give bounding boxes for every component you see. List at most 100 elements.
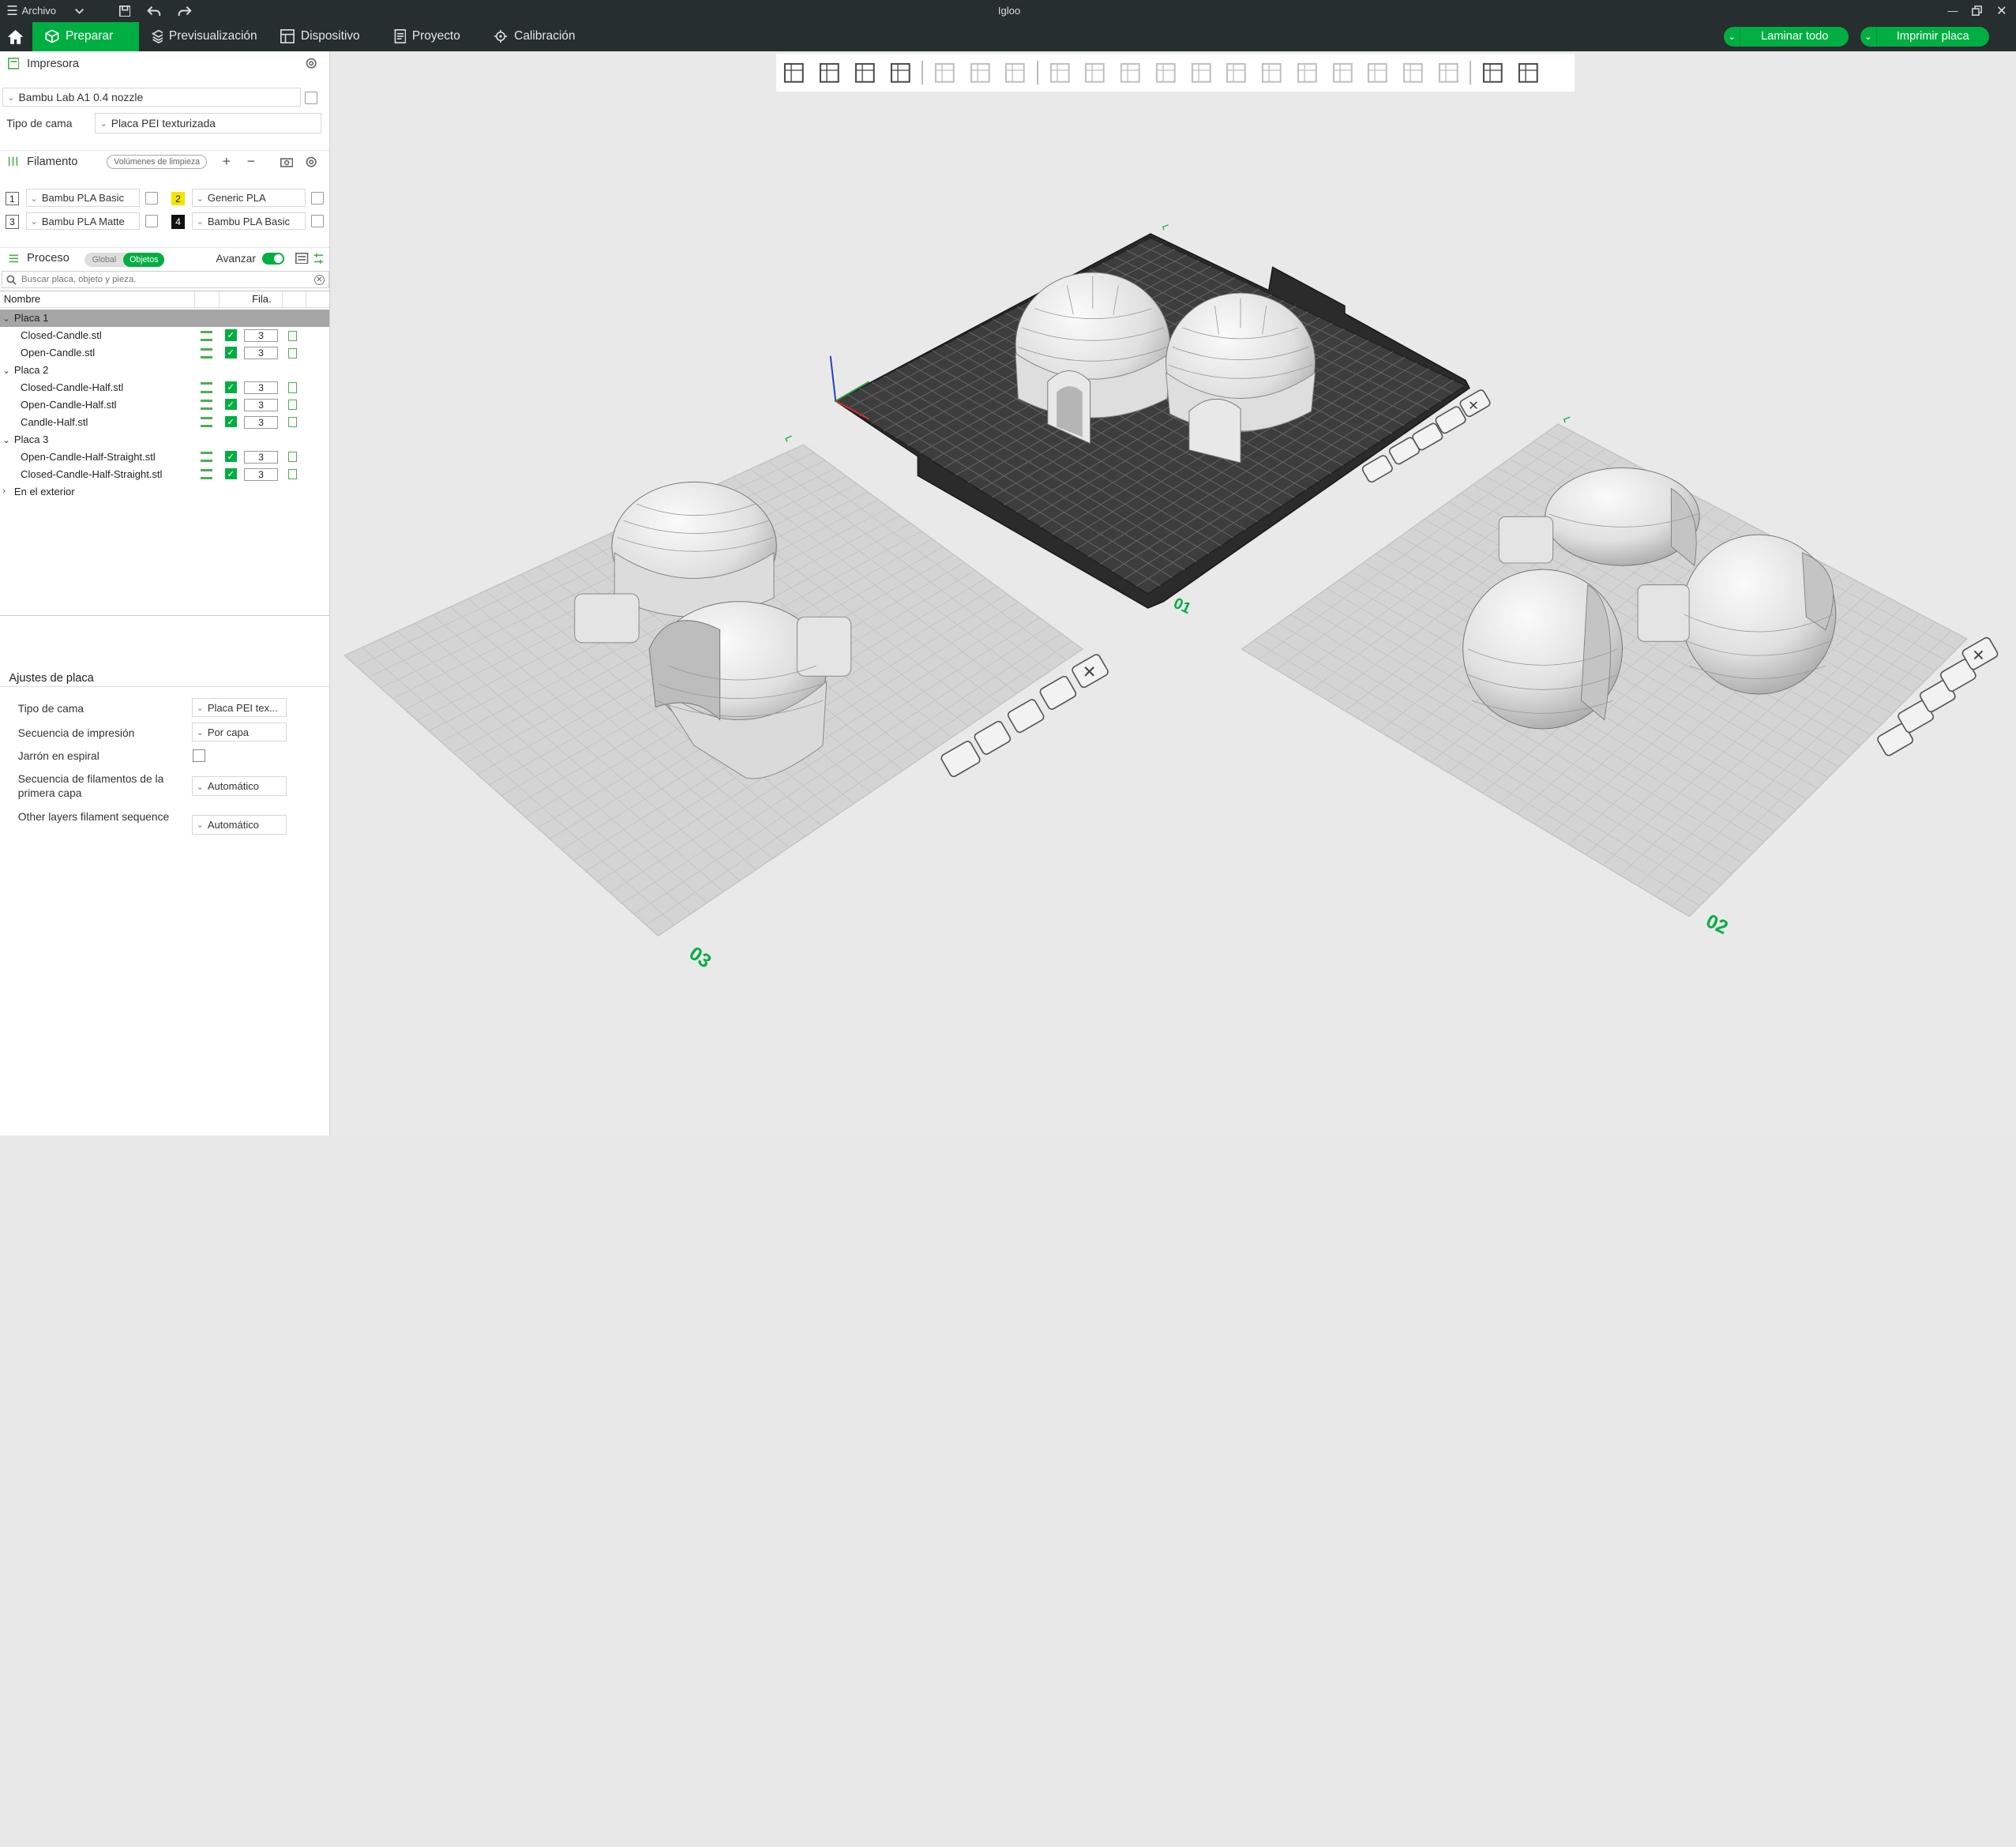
close-icon[interactable]: ✕ (1992, 0, 2010, 22)
object-row[interactable]: Open-Candle.stl ✓ 3 (0, 344, 329, 362)
tab-preparar[interactable]: Preparar (32, 21, 139, 52)
remove-filament-icon[interactable]: − (247, 153, 255, 170)
plate-3-select-button[interactable] (940, 740, 981, 778)
filament-slot-1-color[interactable]: 1 (5, 191, 20, 206)
toggle-global[interactable]: Global (84, 253, 123, 267)
toggle-objects[interactable]: Objetos (123, 253, 165, 267)
filament-slot-1-select[interactable]: ⌄ Bambu PLA Basic (25, 189, 141, 208)
edit-printer-icon[interactable] (304, 91, 318, 104)
object-edit-icon[interactable] (287, 469, 298, 480)
chevron-down-icon[interactable]: ⌄ (2, 434, 10, 445)
process-compare-icon[interactable] (313, 253, 325, 265)
file-menu[interactable]: ☰ Archivo (6, 0, 70, 22)
plate-3-lock-icon[interactable] (974, 720, 1012, 756)
object-visible-checkbox[interactable]: ✓ (224, 346, 237, 359)
chevron-down-icon[interactable] (73, 0, 86, 22)
plate-row[interactable]: ⌄ Placa 1 (0, 309, 329, 327)
filament-settings-icon[interactable] (305, 156, 317, 168)
sync-filament-icon[interactable] (280, 156, 294, 168)
object-visible-checkbox[interactable]: ✓ (224, 467, 237, 480)
object-visible-checkbox[interactable]: ✓ (224, 328, 237, 341)
undo-icon[interactable] (145, 0, 163, 22)
object-filament-field[interactable]: 3 (244, 467, 278, 482)
object-settings-icon[interactable] (200, 452, 212, 463)
object-edit-icon[interactable] (287, 330, 298, 341)
tab-proyecto[interactable]: Proyecto (381, 22, 473, 51)
filament-slot-4-select[interactable]: ⌄ Bambu PLA Basic (191, 212, 306, 231)
object-filament-field[interactable]: 3 (244, 346, 278, 360)
home-button[interactable] (0, 22, 31, 51)
object-edit-icon[interactable] (287, 452, 298, 463)
object-row[interactable]: Closed-Candle.stl ✓ 3 (0, 327, 329, 344)
filament-slot-2-select[interactable]: ⌄ Generic PLA (191, 189, 306, 208)
object-edit-icon[interactable] (287, 382, 298, 393)
edit-filament-2-icon[interactable] (310, 191, 325, 205)
chevron-down-icon[interactable]: ⌄ (1724, 27, 1741, 47)
chevron-down-icon[interactable]: ⌄ (1860, 27, 1877, 47)
object-filament-field[interactable]: 3 (244, 450, 278, 464)
object-edit-icon[interactable] (287, 347, 298, 359)
column-filament-header[interactable]: Fila. (252, 293, 272, 305)
chevron-down-icon[interactable]: ⌄ (2, 365, 10, 376)
group-row[interactable]: › En el exterior (0, 482, 329, 500)
search-input[interactable] (21, 275, 305, 285)
advanced-toggle[interactable] (262, 253, 284, 265)
ps-spiral-vase-checkbox[interactable] (193, 749, 206, 763)
ps-other-layers-sequence-select[interactable]: ⌄ Automático (191, 815, 287, 835)
object-edit-icon[interactable] (287, 400, 298, 411)
printer-settings-icon[interactable] (305, 57, 317, 69)
maximize-icon[interactable] (1968, 0, 1986, 22)
filament-slot-3-color[interactable]: 3 (5, 214, 20, 229)
edit-filament-3-icon[interactable] (145, 214, 159, 228)
object-settings-icon[interactable] (200, 469, 212, 480)
plate-row[interactable]: ⌄ Placa 3 (0, 431, 329, 449)
object-filament-field[interactable]: 3 (244, 398, 278, 412)
flush-volumes-button[interactable]: Volúmenes de limpieza (107, 155, 208, 170)
object-row[interactable]: Open-Candle-Half-Straight.stl ✓ 3 (0, 449, 329, 466)
add-filament-icon[interactable]: + (223, 153, 231, 170)
plate-3-orient-icon[interactable] (1039, 675, 1077, 711)
plate-3-arrange-icon[interactable] (1007, 698, 1045, 734)
object-row[interactable]: Open-Candle-Half.stl ✓ 3 (0, 396, 329, 414)
object-settings-icon[interactable] (200, 347, 212, 359)
tab-previsualizacion[interactable]: Previsualización (139, 22, 270, 51)
object-visible-checkbox[interactable]: ✓ (224, 398, 237, 411)
tab-calibracion[interactable]: Calibración (481, 22, 590, 51)
bed-type-select[interactable]: ⌄ Placa PEI texturizada (95, 113, 321, 134)
object-visible-checkbox[interactable]: ✓ (224, 381, 237, 393)
redo-icon[interactable] (176, 0, 194, 22)
plate-2[interactable]: 02 ⌐ ✕ (1241, 410, 1999, 939)
minimize-icon[interactable]: — (1944, 0, 1962, 22)
column-name-header[interactable]: Nombre (4, 293, 40, 305)
object-edit-icon[interactable] (287, 417, 298, 428)
chevron-right-icon[interactable]: › (2, 486, 6, 496)
object-filament-field[interactable]: 3 (244, 328, 278, 343)
clear-search-icon[interactable]: ✕ (313, 274, 325, 285)
object-row[interactable]: Closed-Candle-Half-Straight.stl ✓ 3 (0, 466, 329, 483)
object-settings-icon[interactable] (200, 330, 212, 341)
scene[interactable]: 03 ⌐ ✕ 02 ⌐ ✕ 01 ⌐ ✕ (332, 51, 2016, 1135)
process-list-icon[interactable] (295, 252, 309, 265)
save-icon[interactable] (116, 0, 134, 22)
edit-filament-1-icon[interactable] (145, 191, 159, 205)
object-row[interactable]: Closed-Candle-Half.stl ✓ 3 (0, 379, 329, 396)
filament-slot-2-color[interactable]: 2 (171, 191, 186, 206)
filament-slot-3-select[interactable]: ⌄ Bambu PLA Matte (25, 212, 141, 231)
print-plate-button[interactable]: ⌄ Imprimir placa (1860, 27, 1989, 47)
object-visible-checkbox[interactable]: ✓ (224, 450, 237, 463)
tab-dispositivo[interactable]: Dispositivo (268, 22, 377, 51)
ps-first-layer-sequence-select[interactable]: ⌄ Automático (191, 776, 287, 796)
3d-viewport[interactable]: 03 ⌐ ✕ 02 ⌐ ✕ 01 ⌐ ✕ (332, 51, 2016, 1136)
slice-all-button[interactable]: ⌄ Laminar todo (1724, 27, 1849, 47)
plate-row[interactable]: ⌄ Placa 2 (0, 362, 329, 379)
object-row[interactable]: Candle-Half.stl ✓ 3 (0, 414, 329, 431)
filament-slot-4-color[interactable]: 4 (171, 214, 186, 229)
object-filament-field[interactable]: 3 (244, 415, 278, 430)
chevron-down-icon[interactable]: ⌄ (2, 313, 10, 324)
edit-filament-4-icon[interactable] (310, 214, 325, 228)
object-settings-icon[interactable] (200, 417, 212, 428)
object-settings-icon[interactable] (200, 382, 212, 393)
object-visible-checkbox[interactable]: ✓ (224, 415, 237, 428)
printer-select[interactable]: ⌄ Bambu Lab A1 0.4 nozzle (2, 87, 301, 107)
process-scope-toggle[interactable]: Global Objetos (84, 253, 165, 267)
